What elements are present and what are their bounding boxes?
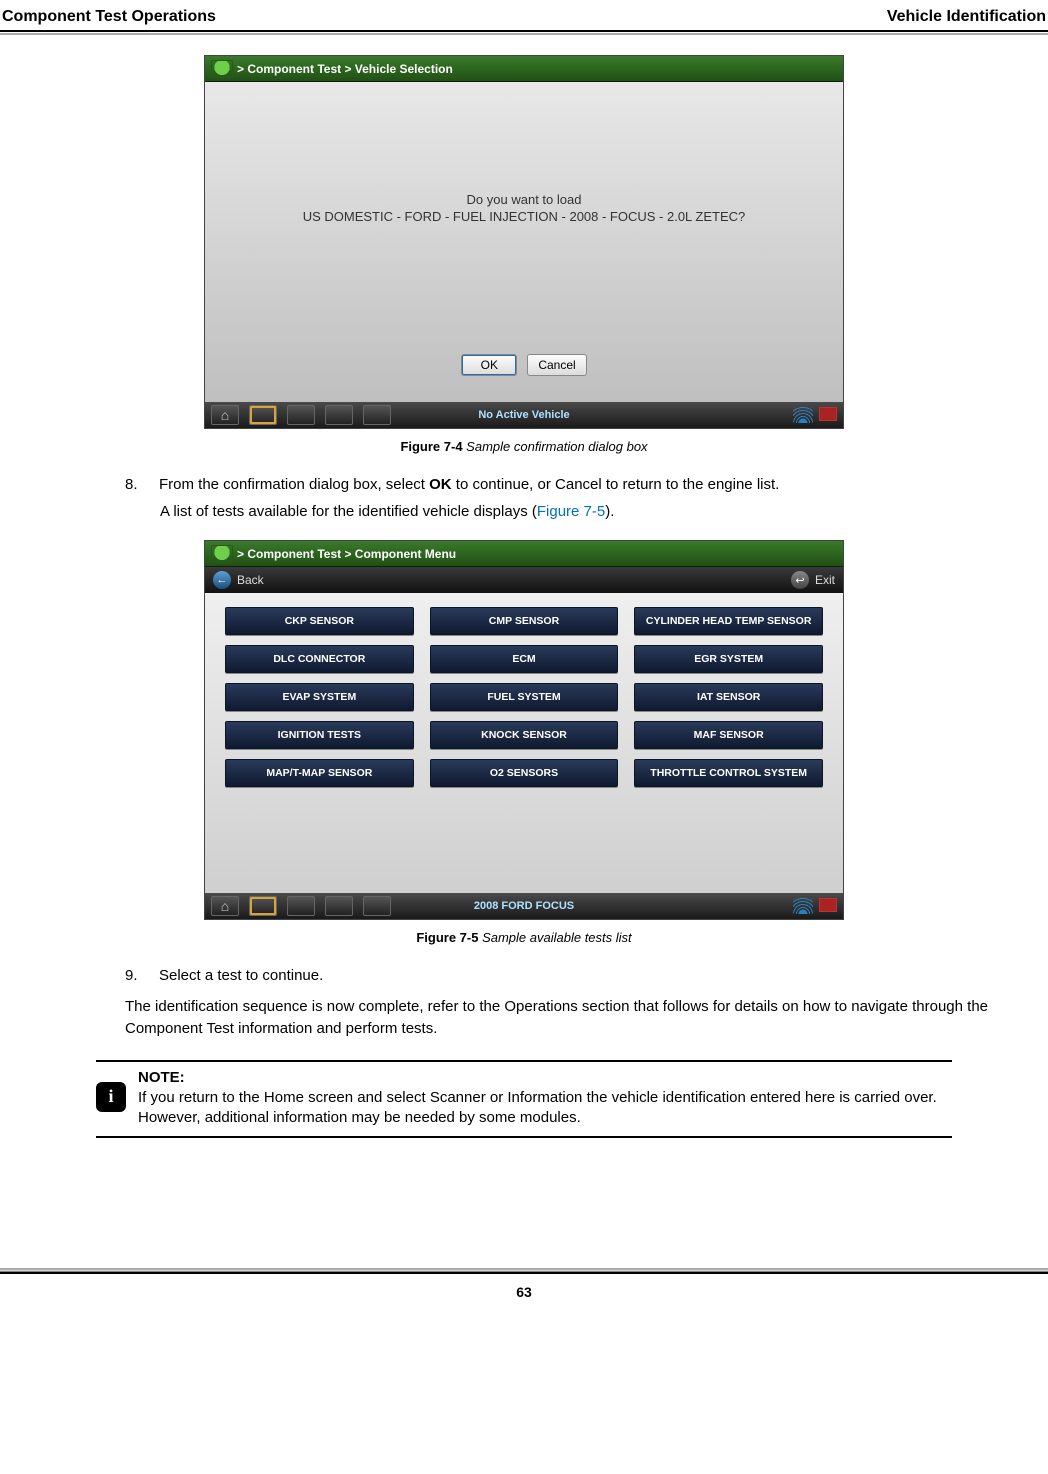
toolbar-icon-selected[interactable] <box>249 896 277 916</box>
figure-7-4-caption: Figure 7-4 Sample confirmation dialog bo… <box>0 439 1048 454</box>
toolbar-icon[interactable] <box>325 405 353 425</box>
step-9: 9. Select a test to continue. <box>125 965 1048 986</box>
menu-map-tmap-sensor[interactable]: MAP/T-MAP SENSOR <box>225 759 414 787</box>
header-right: Vehicle Identification <box>887 8 1046 26</box>
figure-7-5: > Component Test > Component Menu ← Back… <box>0 540 1048 920</box>
menu-fuel-system[interactable]: FUEL SYSTEM <box>430 683 619 711</box>
exit-button[interactable]: ↩ Exit <box>791 571 835 589</box>
toolbar-icon[interactable] <box>325 896 353 916</box>
tree-icon <box>211 60 233 78</box>
menu-iat-sensor[interactable]: IAT SENSOR <box>634 683 823 711</box>
toolbar-icon[interactable] <box>287 405 315 425</box>
step-9-text: Select a test to continue. <box>159 965 323 986</box>
breadcrumb-text: > Component Test > Vehicle Selection <box>237 62 453 76</box>
note-body: If you return to the Home screen and sel… <box>138 1089 937 1126</box>
back-button[interactable]: ← Back <box>213 571 264 589</box>
step-8-continuation: A list of tests available for the identi… <box>160 501 1048 522</box>
ok-button[interactable]: OK <box>461 354 517 376</box>
menu-ecm[interactable]: ECM <box>430 645 619 673</box>
status-text: No Active Vehicle <box>478 409 569 421</box>
step-8-text: From the confirmation dialog box, select… <box>159 474 779 495</box>
header-rule <box>0 30 1048 35</box>
battery-icon <box>819 407 837 421</box>
note-box: i NOTE: If you return to the Home screen… <box>96 1068 952 1139</box>
caption-italic: Sample available tests list <box>478 930 631 945</box>
tree-icon <box>211 545 233 563</box>
info-icon: i <box>96 1082 126 1112</box>
home-icon[interactable] <box>211 896 239 916</box>
toolbar-icon[interactable] <box>363 405 391 425</box>
note-label: NOTE: <box>138 1069 185 1086</box>
caption-bold: Figure 7-5 <box>416 930 478 945</box>
menu-maf-sensor[interactable]: MAF SENSOR <box>634 721 823 749</box>
component-menu-body: CKP SENSOR CMP SENSOR CYLINDER HEAD TEMP… <box>205 593 843 893</box>
menu-ckp-sensor[interactable]: CKP SENSOR <box>225 607 414 635</box>
dialog-body: Do you want to load US DOMESTIC - FORD -… <box>205 82 843 402</box>
breadcrumb-bar: > Component Test > Vehicle Selection <box>205 56 843 82</box>
breadcrumb-bar: > Component Test > Component Menu <box>205 541 843 567</box>
exit-icon: ↩ <box>791 571 809 589</box>
page-header: Component Test Operations Vehicle Identi… <box>0 0 1048 30</box>
menu-throttle-control[interactable]: THROTTLE CONTROL SYSTEM <box>634 759 823 787</box>
menu-evap-system[interactable]: EVAP SYSTEM <box>225 683 414 711</box>
step-number: 9. <box>125 965 147 986</box>
screenshot-component-menu: > Component Test > Component Menu ← Back… <box>204 540 844 920</box>
body-paragraph: The identification sequence is now compl… <box>125 996 1048 1040</box>
menu-cmp-sensor[interactable]: CMP SENSOR <box>430 607 619 635</box>
battery-icon <box>819 898 837 912</box>
menu-ignition-tests[interactable]: IGNITION TESTS <box>225 721 414 749</box>
home-icon[interactable] <box>211 405 239 425</box>
toolbar-icon-selected[interactable] <box>249 405 277 425</box>
figure-7-4: > Component Test > Vehicle Selection Do … <box>0 55 1048 429</box>
toolbar-icon[interactable] <box>363 896 391 916</box>
screenshot-confirmation-dialog: > Component Test > Vehicle Selection Do … <box>204 55 844 429</box>
menu-egr-system[interactable]: EGR SYSTEM <box>634 645 823 673</box>
menu-o2-sensors[interactable]: O2 SENSORS <box>430 759 619 787</box>
menu-dlc-connector[interactable]: DLC CONNECTOR <box>225 645 414 673</box>
header-left: Component Test Operations <box>2 8 216 26</box>
step-number: 8. <box>125 474 147 495</box>
dialog-prompt-line2: US DOMESTIC - FORD - FUEL INJECTION - 20… <box>303 209 746 224</box>
bottom-toolbar: No Active Vehicle <box>205 402 843 428</box>
dialog-prompt-line1: Do you want to load <box>467 192 582 207</box>
component-menu-grid: CKP SENSOR CMP SENSOR CYLINDER HEAD TEMP… <box>225 607 823 787</box>
step-8: 8. From the confirmation dialog box, sel… <box>125 474 1048 495</box>
wifi-icon <box>793 407 813 423</box>
wifi-icon <box>793 898 813 914</box>
page-number: 63 <box>0 1274 1048 1320</box>
bottom-toolbar: 2008 FORD FOCUS <box>205 893 843 919</box>
menu-knock-sensor[interactable]: KNOCK SENSOR <box>430 721 619 749</box>
caption-bold: Figure 7-4 <box>400 439 462 454</box>
breadcrumb-text: > Component Test > Component Menu <box>237 547 456 561</box>
back-icon: ← <box>213 571 231 589</box>
top-toolbar: ← Back ↩ Exit <box>205 567 843 593</box>
figure-7-5-caption: Figure 7-5 Sample available tests list <box>0 930 1048 945</box>
cancel-button[interactable]: Cancel <box>527 354 586 376</box>
caption-italic: Sample confirmation dialog box <box>463 439 648 454</box>
menu-cylinder-head-temp[interactable]: CYLINDER HEAD TEMP SENSOR <box>634 607 823 635</box>
toolbar-icon[interactable] <box>287 896 315 916</box>
figure-7-5-link[interactable]: Figure 7-5 <box>537 503 605 520</box>
status-text: 2008 FORD FOCUS <box>474 900 574 912</box>
note-rule-top <box>96 1060 952 1062</box>
